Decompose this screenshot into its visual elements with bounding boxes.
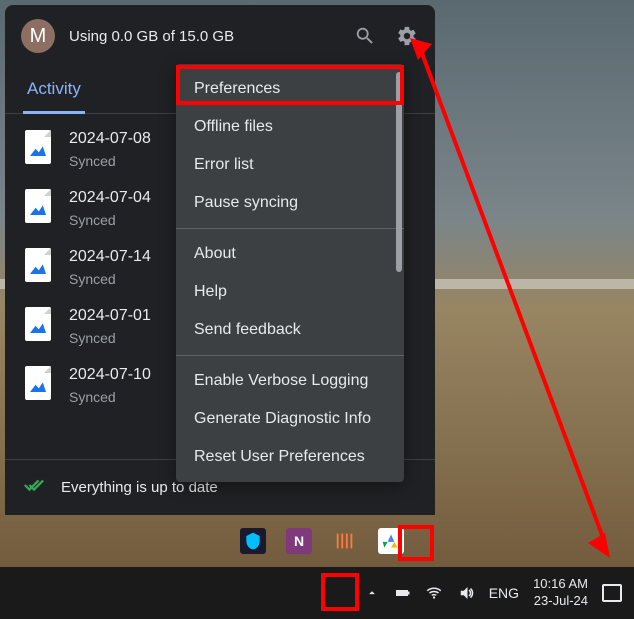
panel-header: M Using 0.0 GB of 15.0 GB xyxy=(5,5,435,63)
volume-icon[interactable] xyxy=(457,584,475,602)
file-status: Synced xyxy=(69,212,151,228)
file-date: 2024-07-10 xyxy=(69,366,151,384)
file-status: Synced xyxy=(69,389,151,405)
divider xyxy=(176,355,404,356)
system-tray: ENG 10:16 AM 23-Jul-24 xyxy=(0,567,634,619)
file-status: Synced xyxy=(69,153,151,169)
menu-about[interactable]: About xyxy=(176,235,404,273)
menu-preferences[interactable]: Preferences xyxy=(176,70,404,108)
file-image-icon xyxy=(25,130,51,164)
notification-icon[interactable] xyxy=(602,584,622,602)
battery-icon[interactable] xyxy=(393,584,411,602)
wifi-icon[interactable] xyxy=(425,584,443,602)
clock[interactable]: 10:16 AM 23-Jul-24 xyxy=(533,576,588,610)
file-status: Synced xyxy=(69,271,151,287)
vpn-icon[interactable] xyxy=(240,528,266,554)
tab-activity[interactable]: Activity xyxy=(23,69,85,114)
gear-icon[interactable] xyxy=(395,24,419,48)
language-indicator[interactable]: ENG xyxy=(489,585,519,601)
check-icon xyxy=(23,474,45,501)
clock-date: 23-Jul-24 xyxy=(533,593,588,610)
menu-send-feedback[interactable]: Send feedback xyxy=(176,311,404,349)
menu-diagnostic-info[interactable]: Generate Diagnostic Info xyxy=(176,400,404,438)
settings-dropdown: Preferences Offline files Error list Pau… xyxy=(176,64,404,482)
taskbar-app-icons: N xyxy=(240,528,404,554)
menu-verbose-logging[interactable]: Enable Verbose Logging xyxy=(176,362,404,400)
menu-offline-files[interactable]: Offline files xyxy=(176,108,404,146)
menu-help[interactable]: Help xyxy=(176,273,404,311)
menu-error-list[interactable]: Error list xyxy=(176,146,404,184)
storage-usage-text: Using 0.0 GB of 15.0 GB xyxy=(69,28,339,45)
file-status: Synced xyxy=(69,330,151,346)
file-image-icon xyxy=(25,366,51,400)
tray-overflow-icon[interactable] xyxy=(365,586,379,600)
file-date: 2024-07-01 xyxy=(69,307,151,325)
app-icon[interactable] xyxy=(332,528,358,554)
file-date: 2024-07-14 xyxy=(69,248,151,266)
scrollbar[interactable] xyxy=(396,72,402,272)
divider xyxy=(176,228,404,229)
menu-reset-preferences[interactable]: Reset User Preferences xyxy=(176,438,404,476)
file-image-icon xyxy=(25,248,51,282)
file-image-icon xyxy=(25,189,51,223)
file-date: 2024-07-04 xyxy=(69,189,151,207)
onenote-icon[interactable]: N xyxy=(286,528,312,554)
clock-time: 10:16 AM xyxy=(533,576,588,593)
file-image-icon xyxy=(25,307,51,341)
avatar[interactable]: M xyxy=(21,19,55,53)
search-icon[interactable] xyxy=(353,24,377,48)
file-date: 2024-07-08 xyxy=(69,130,151,148)
google-drive-icon[interactable] xyxy=(378,528,404,554)
menu-pause-syncing[interactable]: Pause syncing xyxy=(176,184,404,222)
